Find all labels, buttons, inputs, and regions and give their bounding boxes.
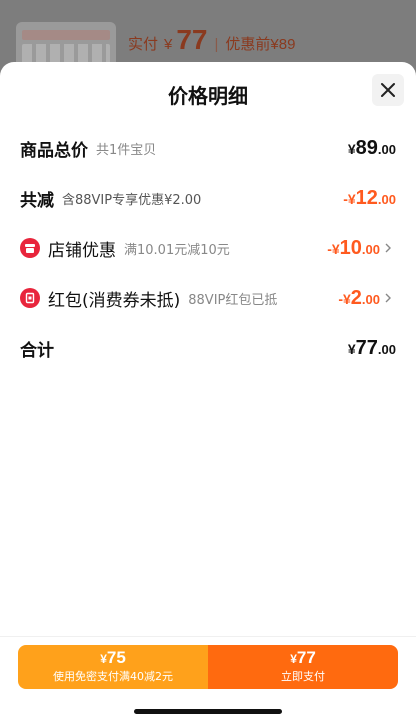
- total-price-row: 商品总价 共1件宝贝 ¥ 89 .00: [20, 134, 396, 162]
- home-indicator: [134, 709, 282, 714]
- currency-symbol: ¥: [347, 340, 356, 357]
- pay-now-button[interactable]: ¥77 立即支付: [208, 645, 398, 689]
- row-note: 共1件宝贝: [96, 142, 157, 158]
- amount-integer: 77: [355, 336, 378, 359]
- row-label: 共减: [20, 190, 54, 211]
- paid-currency: ¥: [164, 36, 173, 53]
- payment-bar: ¥75 使用免密支付满40减2元 ¥77 立即支付: [0, 636, 416, 720]
- row-amount: -¥ 12 .00: [343, 187, 396, 210]
- row-note: 88VIP红包已抵: [188, 292, 278, 308]
- password-free-pay-button[interactable]: ¥75 使用免密支付满40减2元: [18, 645, 208, 689]
- pay-label: 立即支付: [281, 670, 325, 683]
- chevron-right-icon: [384, 242, 396, 254]
- amount-value: 75: [106, 648, 126, 667]
- row-label: 商品总价: [20, 140, 88, 161]
- row-note: 含88VIP专享优惠¥2.00: [62, 192, 202, 208]
- amount-decimal: .00: [377, 341, 396, 357]
- pay-amount: ¥75: [18, 649, 208, 668]
- paid-amount: 77: [176, 24, 208, 55]
- amount-value: 77: [296, 648, 316, 667]
- currency-symbol: ¥: [347, 140, 356, 157]
- close-icon: [381, 83, 395, 97]
- currency-symbol: ¥: [290, 652, 297, 666]
- row-amount: ¥ 89 .00: [348, 137, 396, 160]
- amount-integer: 10: [339, 236, 362, 259]
- currency-symbol: -¥: [327, 240, 340, 257]
- row-label: 合计: [20, 340, 54, 361]
- sheet-title: 价格明细: [168, 84, 248, 108]
- red-packet-row[interactable]: 红包(消费券未抵) 88VIP红包已抵 -¥ 2 .00: [20, 284, 396, 312]
- close-button[interactable]: [372, 74, 404, 106]
- row-label: 红包(消费券未抵): [48, 290, 181, 311]
- amount-decimal: .00: [361, 291, 380, 307]
- chevron-right-icon: [384, 292, 396, 304]
- grand-total-row: 合计 ¥ 77 .00: [20, 334, 396, 362]
- price-separator: |: [214, 36, 219, 53]
- row-note: 满10.01元减10元: [124, 242, 230, 258]
- amount-integer: 12: [355, 186, 378, 209]
- shop-icon: [20, 238, 40, 258]
- pay-amount: ¥77: [208, 649, 398, 668]
- currency-symbol: -¥: [338, 290, 351, 307]
- amount-decimal: .00: [377, 141, 396, 157]
- amount-integer: 89: [355, 136, 378, 159]
- store-discount-row[interactable]: 店铺优惠 满10.01元减10元 -¥ 10 .00: [20, 234, 396, 262]
- amount-decimal: .00: [377, 191, 396, 207]
- price-detail-sheet: 价格明细 商品总价 共1件宝贝 ¥ 89 .00 共减 含88VIP专享优惠¥2…: [0, 62, 416, 720]
- thumbnail-band: [22, 30, 110, 40]
- currency-symbol: ¥: [100, 652, 107, 666]
- row-amount: ¥ 77 .00: [348, 337, 396, 360]
- currency-symbol: -¥: [343, 190, 356, 207]
- red-packet-icon: [20, 288, 40, 308]
- amount-decimal: .00: [361, 241, 380, 257]
- row-amount: -¥ 2 .00: [338, 287, 380, 310]
- row-label: 店铺优惠: [48, 240, 116, 261]
- amount-integer: 2: [350, 286, 362, 309]
- pay-label: 使用免密支付满40减2元: [53, 670, 173, 683]
- background-price-summary: 实付 ¥ 77 | 优惠前¥89: [128, 24, 295, 56]
- paid-label: 实付: [128, 36, 159, 53]
- total-discount-row: 共减 含88VIP专享优惠¥2.00 -¥ 12 .00: [20, 184, 396, 212]
- row-amount: -¥ 10 .00: [327, 237, 380, 260]
- original-price: 优惠前¥89: [225, 36, 296, 53]
